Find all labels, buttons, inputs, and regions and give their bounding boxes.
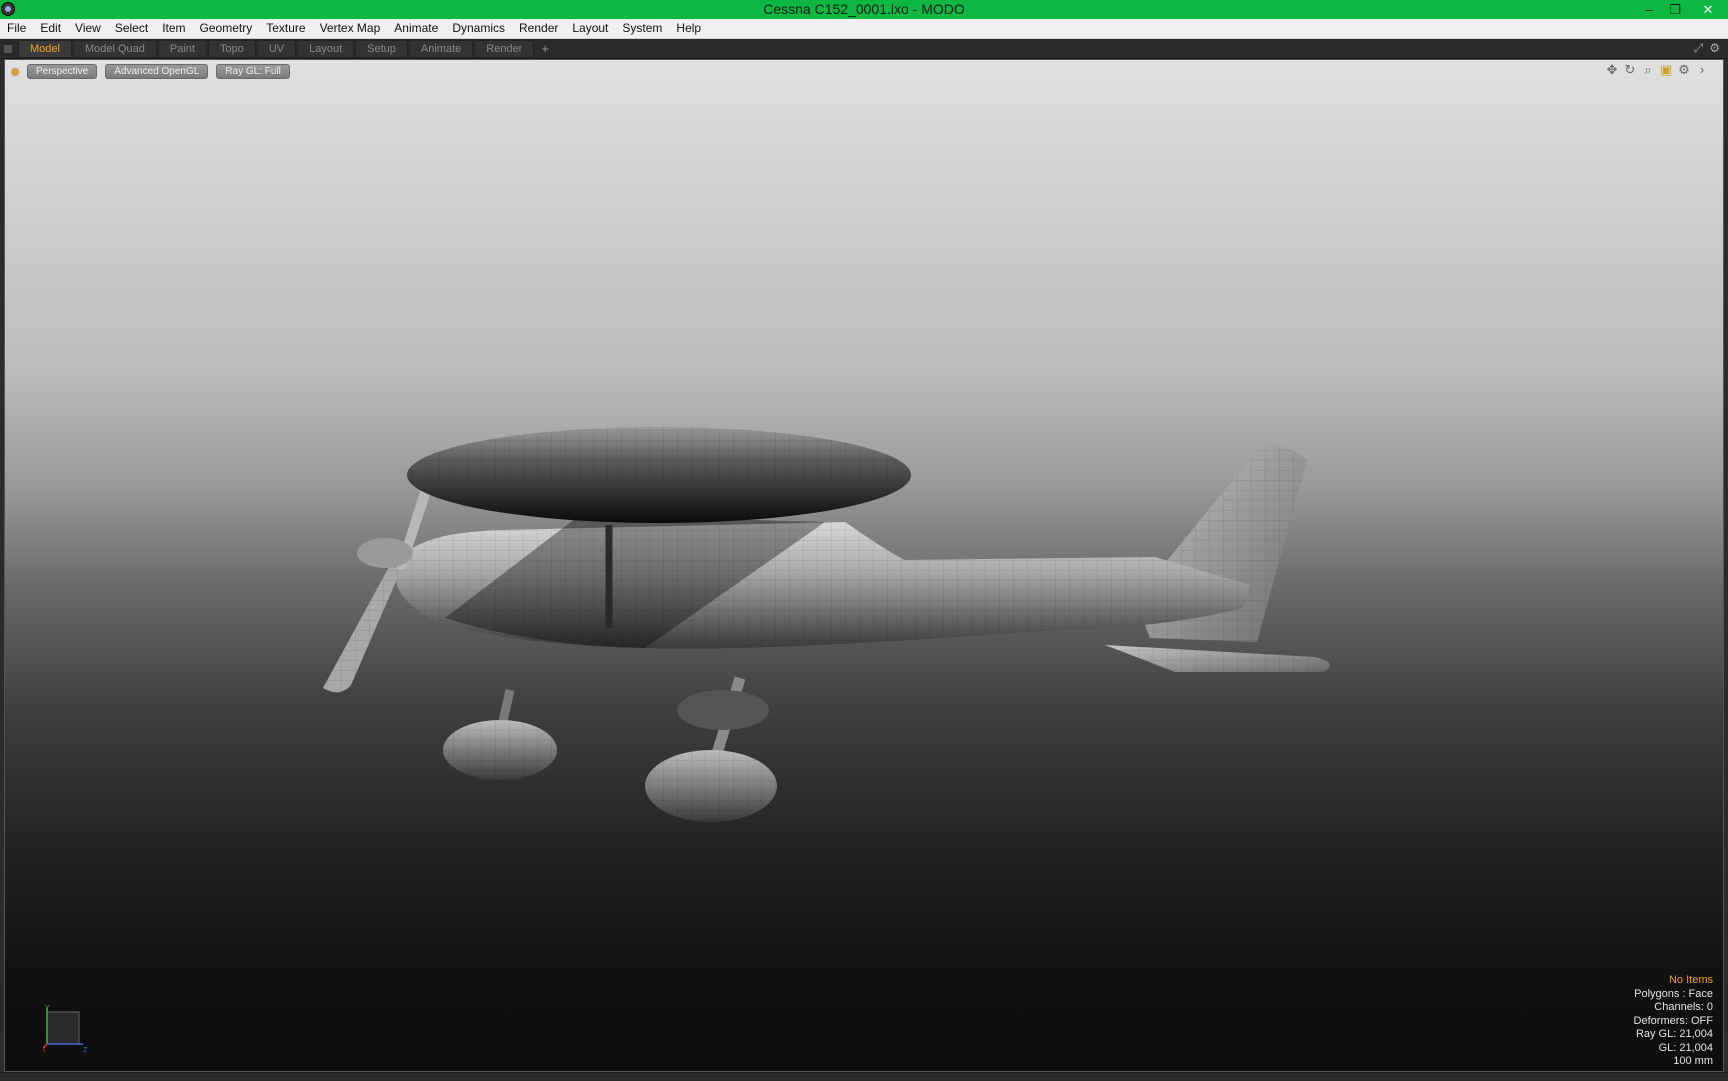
menu-render[interactable]: Render xyxy=(512,19,565,38)
tab-render[interactable]: Render xyxy=(474,39,535,58)
tab-bar-tools: ⤢ ⚙ xyxy=(1694,41,1720,56)
axis-gizmo: Y X Z xyxy=(43,1005,88,1054)
menu-animate[interactable]: Animate xyxy=(387,19,445,38)
menu-help[interactable]: Help xyxy=(669,19,708,38)
spinner xyxy=(357,538,413,568)
minimize-button[interactable]: – xyxy=(1636,0,1662,19)
menu-dynamics[interactable]: Dynamics xyxy=(445,19,512,38)
selection-info: No Items xyxy=(1668,974,1713,986)
tab-animate[interactable]: Animate xyxy=(408,39,474,58)
tab-model[interactable]: Model xyxy=(18,39,72,58)
menu-item[interactable]: Item xyxy=(155,19,192,38)
grid-size-info: 100 mm xyxy=(1673,1055,1713,1067)
menu-bar: File Edit View Select Item Geometry Text… xyxy=(0,19,1728,39)
tab-layout[interactable]: Layout xyxy=(297,39,355,58)
ray-gl-info: Ray GL: 21,004 xyxy=(1635,1028,1713,1040)
channels-info: Channels: 0 xyxy=(1654,1001,1713,1013)
gl-info: GL: 21,004 xyxy=(1658,1041,1713,1054)
window-controls: – ❐ ✕ xyxy=(1636,0,1728,19)
3d-viewport[interactable]: Perspective Advanced OpenGL Ray GL: Full… xyxy=(4,59,1724,1072)
menu-edit[interactable]: Edit xyxy=(33,19,68,38)
menu-vertex-map[interactable]: Vertex Map xyxy=(313,19,388,38)
menu-select[interactable]: Select xyxy=(108,19,155,38)
tab-setup[interactable]: Setup xyxy=(355,39,408,58)
tab-uv[interactable]: UV xyxy=(256,39,297,58)
tab-model-quad[interactable]: Model Quad xyxy=(72,39,157,58)
window-title: Cessna C152_0001.lxo - MODO xyxy=(763,1,965,17)
tab-paint[interactable]: Paint xyxy=(157,39,207,58)
menu-view[interactable]: View xyxy=(68,19,108,38)
deformers-info: Deformers: OFF xyxy=(1633,1014,1713,1027)
axis-y-label: Y xyxy=(45,1005,50,1012)
viewport-info-overlay: No Items Polygons : Face Channels: 0 Def… xyxy=(1634,974,1713,1069)
rear-wheel-fairing xyxy=(677,690,769,730)
settings-icon[interactable]: ⚙ xyxy=(1709,41,1720,56)
polygons-info: Polygons : Face xyxy=(1634,987,1713,1000)
title-bar: Cessna C152_0001.lxo - MODO – ❐ ✕ xyxy=(0,0,1728,19)
layout-tab-bar: Model Model Quad Paint Topo UV Layout Se… xyxy=(0,39,1728,59)
menu-geometry[interactable]: Geometry xyxy=(193,19,260,38)
axis-z-label: Z xyxy=(83,1047,88,1054)
tab-grip-icon[interactable] xyxy=(4,44,12,53)
expand-icon[interactable]: ⤢ xyxy=(1694,41,1704,56)
close-button[interactable]: ✕ xyxy=(1688,0,1728,19)
menu-system[interactable]: System xyxy=(615,19,669,38)
cessna-model[interactable] xyxy=(5,60,1724,1072)
menu-file[interactable]: File xyxy=(0,19,33,38)
add-tab-button[interactable]: + xyxy=(541,41,549,56)
axis-x-label: X xyxy=(43,1047,46,1054)
menu-layout[interactable]: Layout xyxy=(565,19,615,38)
tab-topo[interactable]: Topo xyxy=(207,39,256,58)
restore-button[interactable]: ❐ xyxy=(1662,0,1688,19)
menu-texture[interactable]: Texture xyxy=(259,19,312,38)
